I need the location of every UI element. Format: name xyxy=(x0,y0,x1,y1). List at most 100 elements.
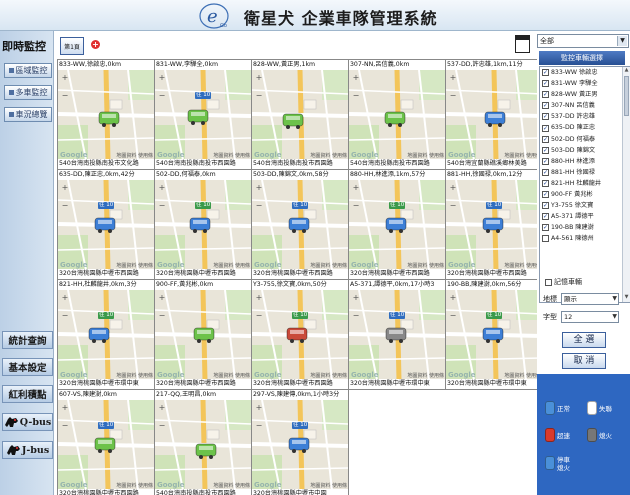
vehicle-list-item[interactable]: ✓ 190-BB 陳建澍 xyxy=(540,222,630,233)
vehicle-list-scrollbar[interactable]: ▲ ▼ xyxy=(622,67,630,302)
map-view[interactable]: + − Google 地圖資料 使用條 往 10 xyxy=(58,180,154,270)
group-select[interactable]: 全部 ▼ xyxy=(537,34,629,48)
map-attribution[interactable]: 地圖資料 使用條 xyxy=(310,372,347,379)
zoom-in-icon[interactable]: + xyxy=(158,74,166,82)
map-view[interactable]: + − Google 地圖資料 使用條 往 10 xyxy=(446,290,542,380)
bus-icon[interactable] xyxy=(189,216,211,234)
vehicle-list-item[interactable]: ✓ A5-371 譚德平 xyxy=(540,211,630,222)
vehicle-list-item[interactable]: ✓ 831-WW 李驊全 xyxy=(540,78,630,89)
map-attribution[interactable]: 地圖資料 使用條 xyxy=(504,152,541,159)
zoom-in-icon[interactable]: + xyxy=(61,404,69,412)
map-attribution[interactable]: 地圖資料 使用條 xyxy=(213,152,250,159)
window-icon[interactable] xyxy=(515,35,530,53)
vehicle-checkbox[interactable]: ✓ xyxy=(542,69,549,77)
map-attribution[interactable]: 地圖資料 使用條 xyxy=(116,482,153,489)
zoom-in-icon[interactable]: + xyxy=(158,404,166,412)
zoom-in-icon[interactable]: + xyxy=(158,184,166,192)
map-view[interactable]: + − Google 地圖資料 使用條 xyxy=(446,70,542,160)
zoom-out-icon[interactable]: − xyxy=(61,312,69,320)
vehicle-checkbox[interactable]: ✓ xyxy=(542,191,549,199)
map-attribution[interactable]: 地圖資料 使用條 xyxy=(213,262,250,269)
map-view[interactable]: + − Google 地圖資料 使用條 往 10 xyxy=(252,180,348,270)
vehicle-checkbox[interactable] xyxy=(542,235,549,243)
map-cell[interactable]: 635-DD,陳正忠,0km,42分 + − Google 地圖資料 使用條 往 10 32… xyxy=(58,170,155,280)
bus-icon[interactable] xyxy=(88,326,110,344)
map-cell[interactable]: 607-VS,陳建澍,0km + − Google 地圖資料 使用條 往 10 320台灣桃… xyxy=(58,390,155,495)
vehicle-list-item[interactable]: A4-561 陳德州 xyxy=(540,233,630,244)
j-bus-button[interactable]: J-bus xyxy=(2,441,53,459)
scroll-down-icon[interactable]: ▼ xyxy=(623,294,630,302)
map-cell[interactable]: 297-VS,陳建傳,0km,1小時3分 + − Google 地圖資料 使用條 往 10… xyxy=(252,390,349,495)
vehicle-checkbox[interactable]: ✓ xyxy=(542,80,549,88)
vehicle-checkbox[interactable]: ✓ xyxy=(542,224,549,232)
map-view[interactable]: + − Google 地圖資料 使用條 往 10 xyxy=(58,290,154,380)
zoom-out-icon[interactable]: − xyxy=(158,202,166,210)
zoom-out-icon[interactable]: − xyxy=(352,202,360,210)
landmark-select[interactable]: 顯示 ▼ xyxy=(561,293,619,305)
map-attribution[interactable]: 地圖資料 使用條 xyxy=(116,152,153,159)
map-cell[interactable]: 502-DD,何福泰,0km + − Google 地圖資料 使用條 往 10 320台灣桃… xyxy=(155,170,252,280)
zoom-in-icon[interactable]: + xyxy=(61,184,69,192)
map-attribution[interactable]: 地圖資料 使用條 xyxy=(504,372,541,379)
bus-icon[interactable] xyxy=(94,216,116,234)
zoom-in-icon[interactable]: + xyxy=(449,294,457,302)
map-cell[interactable]: Y3-755,徐文寶,0km,50分 + − Google 地圖資料 使用條 往 10 32… xyxy=(252,280,349,390)
map-cell[interactable]: 537-DD,許忠雄,1km,11分 + − Google 地圖資料 使用條 540台灣宜… xyxy=(446,60,543,170)
zoom-out-icon[interactable]: − xyxy=(61,202,69,210)
vehicle-overview-button[interactable]: 車況總覽 xyxy=(4,107,52,122)
map-view[interactable]: + − Google 地圖資料 使用條 往 10 xyxy=(58,400,154,490)
vehicle-list-item[interactable]: ✓ 635-DD 陳正忠 xyxy=(540,122,630,133)
zoom-out-icon[interactable]: − xyxy=(255,422,263,430)
multi-vehicle-monitor-button[interactable]: 多車監控 xyxy=(4,85,52,100)
bus-icon[interactable] xyxy=(187,108,209,126)
bus-icon[interactable] xyxy=(484,110,506,128)
vehicle-checkbox[interactable]: ✓ xyxy=(542,146,549,154)
zoom-out-icon[interactable]: − xyxy=(449,312,457,320)
zoom-in-icon[interactable]: + xyxy=(255,404,263,412)
map-attribution[interactable]: 地圖資料 使用條 xyxy=(310,152,347,159)
zoom-out-icon[interactable]: − xyxy=(255,202,263,210)
map-attribution[interactable]: 地圖資料 使用條 xyxy=(504,262,541,269)
map-view[interactable]: + − Google 地圖資料 使用條 往 10 xyxy=(349,290,445,380)
zoom-in-icon[interactable]: + xyxy=(352,74,360,82)
map-cell[interactable]: 828-WW,黃正男,1km + − Google 地圖資料 使用條 540台灣南投縣南投… xyxy=(252,60,349,170)
zoom-out-icon[interactable]: − xyxy=(158,312,166,320)
map-view[interactable]: + − Google 地圖資料 使用條 xyxy=(155,400,251,490)
zoom-in-icon[interactable]: + xyxy=(255,184,263,192)
vehicle-checkbox[interactable]: ✓ xyxy=(542,213,549,221)
bus-icon[interactable] xyxy=(282,112,304,130)
map-view[interactable]: + − Google 地圖資料 使用條 往 10 xyxy=(252,290,348,380)
map-attribution[interactable]: 地圖資料 使用條 xyxy=(310,262,347,269)
vehicle-list-item[interactable]: ✓ 881-HH 徐國禄 xyxy=(540,167,630,178)
zoom-in-icon[interactable]: + xyxy=(61,294,69,302)
zoom-out-icon[interactable]: − xyxy=(61,422,69,430)
vehicle-checkbox[interactable]: ✓ xyxy=(542,135,549,143)
tab-page-1[interactable]: 第1頁 xyxy=(60,37,84,55)
map-attribution[interactable]: 地圖資料 使用條 xyxy=(407,152,444,159)
zoom-out-icon[interactable]: − xyxy=(158,92,166,100)
q-bus-button[interactable]: Q-bus xyxy=(2,413,53,431)
vehicle-list-item[interactable]: ✓ Y3-755 徐文寶 xyxy=(540,200,630,211)
vehicle-checkbox[interactable]: ✓ xyxy=(542,124,549,132)
map-cell[interactable]: 503-DD,陳錦文,0km,58分 + − Google 地圖資料 使用條 往 10 32… xyxy=(252,170,349,280)
vehicle-list-item[interactable]: ✓ 821-HH 杜麟龍井 xyxy=(540,178,630,189)
map-attribution[interactable]: 地圖資料 使用條 xyxy=(310,482,347,489)
map-cell[interactable]: 821-HH,杜麟龍井,0km,3分 + − Google 地圖資料 使用條 往 10 32… xyxy=(58,280,155,390)
bus-icon[interactable] xyxy=(193,326,215,344)
map-view[interactable]: + − Google 地圖資料 使用條 xyxy=(349,70,445,160)
vehicle-list-item[interactable]: ✓ 828-WW 黃正男 xyxy=(540,89,630,100)
map-view[interactable]: + − Google 地圖資料 使用條 xyxy=(58,70,154,160)
map-view[interactable]: + − Google 地圖資料 使用條 xyxy=(155,290,251,380)
zoom-out-icon[interactable]: − xyxy=(255,312,263,320)
select-all-button[interactable]: 全 選 xyxy=(562,332,606,348)
vehicle-list-item[interactable]: ✓ 880-HH 林進添 xyxy=(540,156,630,167)
bus-icon[interactable] xyxy=(288,436,310,454)
bus-icon[interactable] xyxy=(286,326,308,344)
vehicle-checkbox[interactable]: ✓ xyxy=(542,91,549,99)
vehicle-list-item[interactable]: ✓ 503-DD 陳錦文 xyxy=(540,145,630,156)
zoom-out-icon[interactable]: − xyxy=(352,312,360,320)
vehicle-list-item[interactable]: ✓ 833-WW 徐啟忠 xyxy=(540,67,630,78)
zoom-in-icon[interactable]: + xyxy=(158,294,166,302)
bus-icon[interactable] xyxy=(195,442,217,460)
bonus-points-button[interactable]: 紅利積點 xyxy=(2,385,53,403)
